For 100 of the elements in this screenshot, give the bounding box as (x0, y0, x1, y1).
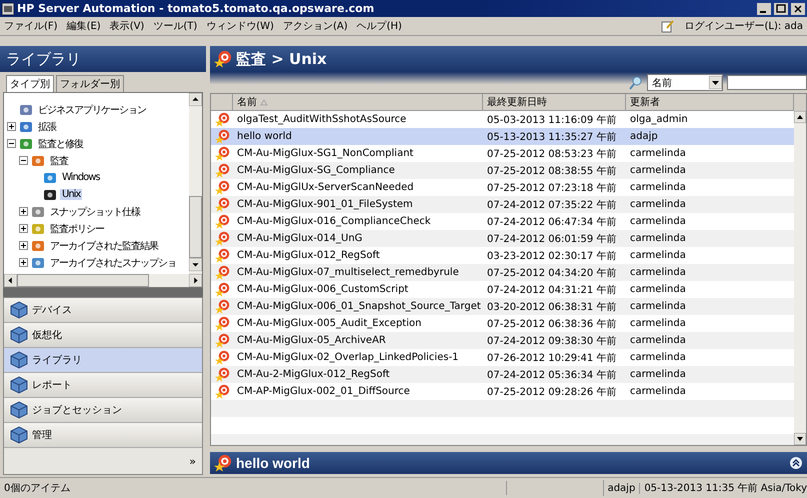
table-cell-text: carmelinda (629, 267, 687, 278)
table-row[interactable]: CM-Au-MigGlUx-ServerScanNeeded 07-25-2012 07:23:18 午前 carmelinda (211, 179, 794, 196)
menu-item[interactable]: ファイル(F) (4, 19, 58, 33)
tree-item[interactable]: 監査と修復 (36, 136, 85, 150)
search-field-dropdown[interactable]: 名前 (647, 74, 723, 91)
menu-item[interactable]: 編集(E) (66, 19, 101, 33)
target-star-icon (214, 384, 230, 399)
tree-item[interactable]: スナップショット仕様 (48, 204, 142, 218)
target-star-icon (214, 454, 232, 472)
nav-button[interactable]: ジョブとセッション (4, 398, 202, 423)
cube-icon (10, 426, 28, 444)
maximize-icon[interactable] (774, 2, 788, 14)
expand-icon[interactable] (7, 122, 16, 131)
table-row[interactable]: CM-Au-MigGlux-02_Overlap_LinkedPolicies-1 07-26-2012 10:29:41 午前 carmelinda (211, 349, 794, 366)
table-cell-text: carmelinda (629, 301, 687, 312)
expand-icon[interactable] (19, 207, 28, 216)
table-row[interactable]: CM-Au-MigGlux-005_Audit_Exception 07-25-2012 06:38:36 午前 carmelinda (211, 315, 794, 332)
tree-item[interactable]: 監査ポリシー (48, 222, 106, 236)
expand-icon[interactable] (19, 224, 28, 233)
edit-note-icon (661, 19, 676, 33)
target-star-icon (214, 350, 230, 365)
scroll-up-icon[interactable] (794, 111, 806, 123)
search-icon (629, 76, 643, 90)
tree-item[interactable]: ビジネスアプリケーション (36, 102, 148, 116)
table-row[interactable]: CM-Au-MigGlux-05_ArchiveAR 07-24-2012 09:38:30 午前 carmelinda (211, 332, 794, 349)
table-row[interactable]: hello world 05-13-2013 11:35:27 午前 adajp (211, 128, 794, 145)
collapse-icon[interactable] (7, 139, 16, 148)
table-row[interactable]: CM-Au-MigGlux-901_01_FileSystem 07-24-2012 07:35:22 午前 carmelinda (211, 196, 794, 213)
table-cell-text: 07-25-2012 09:28:26 午前 (486, 386, 618, 398)
more-button[interactable]: » (189, 454, 196, 468)
tree-item[interactable]: アーカイブされた監査結果 (48, 238, 160, 252)
cube-icon (10, 326, 28, 344)
nav-button[interactable]: ライブラリ (4, 348, 202, 373)
collapse-icon[interactable] (789, 456, 803, 470)
table-cell-text: 03-20-2012 06:38:31 午前 (486, 300, 618, 314)
tree-item[interactable]: Windows (60, 172, 102, 183)
table-row[interactable]: CM-Au-MigGlux-07_multiselect_remedbyrule 07-25-2012 04:34:20 午前 carmelinda (211, 264, 794, 281)
cube-icon (10, 376, 28, 394)
table-cell-text: CM-Au-MigGlux-012_RegSoft (236, 250, 381, 261)
status-time: 05-13-2013 11:35 午前 Asia/Toky (643, 482, 807, 495)
login-user-link[interactable]: ログインユーザー(L): ada (684, 19, 803, 33)
expand-icon[interactable] (19, 241, 28, 250)
table-cell-text: CM-Au-MigGlux-005_Audit_Exception (236, 318, 422, 329)
table-cell-text: adajp (629, 131, 659, 142)
nav-button[interactable]: 仮想化 (4, 323, 202, 348)
tree-item[interactable]: 監査 (48, 154, 70, 168)
column-header[interactable]: 更新者 (626, 94, 794, 111)
table-cell-text: CM-Au-2-MigGlux-012_RegSoft (236, 369, 391, 380)
scroll-down-icon[interactable] (189, 258, 202, 271)
nav-button[interactable]: デバイス (4, 298, 202, 323)
menu-item[interactable]: アクション(A) (282, 19, 348, 33)
table-row[interactable]: CM-Au-MigGlux-016_ComplianceCheck 07-24-2012 06:47:34 午前 carmelinda (211, 213, 794, 230)
table-cell-text: carmelinda (629, 250, 687, 261)
table-row[interactable]: CM-Au-MigGlux-012_RegSoft 03-23-2012 02:30:17 午前 carmelinda (211, 247, 794, 264)
target-star-icon (214, 146, 230, 161)
expand-icon[interactable] (19, 258, 28, 267)
table-cell-text: CM-Au-MigGlux-SG1_NonCompliant (236, 148, 414, 159)
table-row[interactable]: CM-Au-MigGlux-SG1_NonCompliant 07-25-2012 08:53:23 午前 carmelinda (211, 145, 794, 162)
target-star-icon (214, 129, 230, 144)
scroll-right-icon[interactable] (189, 274, 202, 287)
cube-icon (10, 351, 28, 369)
table-row[interactable]: CM-AP-MigGlux-002_01_DiffSource 07-25-2012 09:28:26 午前 carmelinda (211, 383, 794, 400)
table-row[interactable]: CM-Au-MigGlux-014_UnG 07-24-2012 06:01:59 午前 carmelinda (211, 230, 794, 247)
table-cell-text: olga_admin (629, 114, 689, 125)
nav-button[interactable]: レポート (4, 373, 202, 398)
table-row[interactable]: CM-Au-MigGlux-006_01_Snapshot_Source_Target 03-20-2012 06:38:31 午前 carmelinda (211, 298, 794, 315)
status-text: 0個のアイテム (0, 481, 508, 495)
nav-button[interactable]: 管理 (4, 423, 202, 448)
menu-item[interactable]: ウィンドウ(W) (206, 19, 274, 33)
tree-item[interactable]: アーカイブされたスナップショ (48, 256, 178, 270)
menu-item[interactable]: ヘルプ(H) (356, 19, 402, 33)
table-row[interactable]: CM-Au-MigGlux-SG_Compliance 07-25-2012 08:38:55 午前 carmelinda (211, 162, 794, 179)
column-header[interactable]: 名前 (233, 94, 483, 111)
table-cell-text: CM-Au-MigGlux-006_CustomScript (236, 284, 410, 295)
table-row[interactable]: CM-Au-MigGlux-006_CustomScript 07-24-2012 04:31:21 午前 carmelinda (211, 281, 794, 298)
table-cell-text: CM-Au-MigGlux-02_Overlap_LinkedPolicies-1 (236, 352, 460, 363)
tab[interactable]: フォルダー別 (56, 75, 124, 92)
table-cell-text: CM-Au-MigGlux-016_ComplianceCheck (236, 216, 432, 227)
minimize-icon[interactable] (757, 2, 771, 14)
tree-item[interactable]: 拡張 (36, 120, 58, 134)
table-row[interactable]: CM-Au-2-MigGlux-012_RegSoft 07-24-2012 05:36:34 午前 carmelinda (211, 366, 794, 383)
table-cell-text: 07-25-2012 06:38:36 午前 (486, 318, 618, 330)
table-cell-text: 07-24-2012 09:38:30 午前 (486, 334, 618, 348)
target-star-icon (214, 316, 230, 331)
scroll-down-icon[interactable] (794, 433, 806, 445)
scroll-up-icon[interactable] (189, 93, 202, 106)
search-input[interactable] (727, 75, 807, 90)
splitter-handle[interactable] (3, 288, 203, 297)
column-header[interactable]: 最終更新日時 (483, 94, 626, 111)
tab[interactable]: タイプ別 (6, 75, 54, 92)
menu-item[interactable]: ツール(T) (153, 19, 198, 33)
table-row[interactable]: olgaTest_AuditWithSshotAsSource 05-03-2013 11:16:09 午前 olga_admin (211, 111, 794, 128)
menu-item[interactable]: 表示(V) (110, 19, 144, 33)
scroll-left-icon[interactable] (4, 274, 17, 287)
table-cell-text: CM-Au-MigGlux-05_ArchiveAR (236, 335, 387, 346)
table-cell-text: CM-Au-MigGlux-006_01_Snapshot_Source_Target (236, 301, 482, 312)
tree-item[interactable]: Unix (60, 189, 82, 200)
tree-node-icon (31, 256, 45, 270)
close-icon[interactable] (791, 2, 805, 14)
collapse-icon[interactable] (19, 156, 28, 165)
